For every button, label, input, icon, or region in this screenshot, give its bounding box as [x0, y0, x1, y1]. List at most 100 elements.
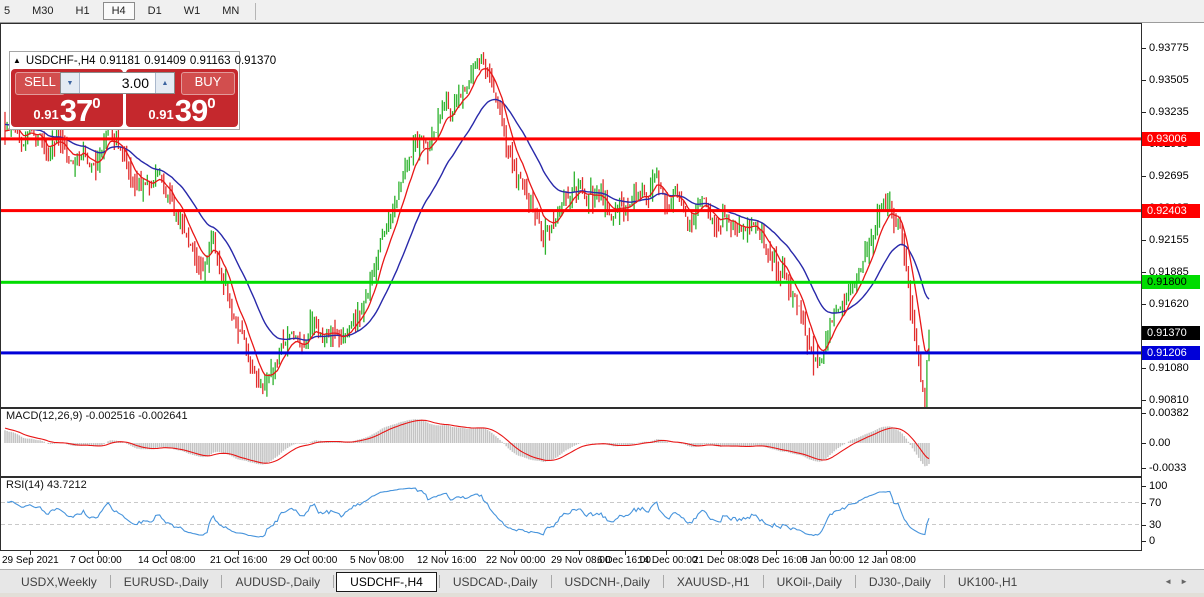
price-tick-mark — [1142, 48, 1146, 49]
buy-price-big: 39 — [175, 95, 207, 126]
rsi-line — [7, 488, 929, 537]
tab-separator — [333, 575, 334, 588]
rsi-canvas — [1, 478, 1141, 550]
chevron-up-icon: ▲ — [162, 80, 169, 87]
current-price-badge: 0.91370 — [1142, 326, 1200, 340]
macd-label: MACD(12,26,9) -0.002516 -0.002641 — [4, 410, 190, 422]
price-chart-panel[interactable]: ▲ USDCHF-,H4 0.91181 0.91409 0.91163 0.9… — [0, 23, 1142, 408]
timeframe-button-d1[interactable]: D1 — [139, 2, 171, 20]
price-tick-label: 0.91620 — [1149, 298, 1189, 310]
time-axis-label: 29 Oct 00:00 — [280, 555, 337, 566]
price-tick-label: 0.93505 — [1149, 74, 1189, 86]
rsi-tick-mark — [1142, 503, 1146, 504]
chart-tab-uk100-h1[interactable]: UK100-,H1 — [947, 572, 1028, 592]
rsi-tick-mark — [1142, 486, 1146, 487]
macd-tick-mark — [1142, 443, 1146, 444]
price-tick-mark — [1142, 112, 1146, 113]
timeframe-button-m30[interactable]: M30 — [23, 2, 62, 20]
chart-tab-ukoil-daily[interactable]: UKOil-,Daily — [766, 572, 853, 592]
chart-tabs-bar: USDX,WeeklyEURUSD-,DailyAUDUSD-,DailyUSD… — [0, 569, 1204, 593]
chart-tab-usdx-weekly[interactable]: USDX,Weekly — [10, 572, 108, 592]
chart-tab-usdchf-h4[interactable]: USDCHF-,H4 — [336, 572, 437, 592]
macd-histogram — [5, 419, 929, 466]
price-tick-label: 0.90810 — [1149, 394, 1189, 406]
timeframe-button-h1[interactable]: H1 — [67, 2, 99, 20]
price-tick-mark — [1142, 272, 1146, 273]
price-level-badge: 0.92403 — [1142, 204, 1200, 218]
rsi-tick-label: 0 — [1149, 535, 1155, 547]
price-level-badge: 0.91206 — [1142, 346, 1200, 360]
time-axis-label: 12 Nov 16:00 — [417, 555, 477, 566]
timeframe-toolbar: 5M30 H1H4D1W1MN — [0, 0, 1204, 23]
rsi-tick-label: 100 — [1149, 480, 1167, 492]
macd-tick-mark — [1142, 413, 1146, 414]
macd-tick-label: 0.00 — [1149, 437, 1170, 449]
ohlc-high: 0.91409 — [144, 55, 186, 67]
macd-tick-label: 0.00382 — [1149, 407, 1189, 419]
pivot-line-green-line — [1, 281, 1141, 284]
price-tick-mark — [1142, 176, 1146, 177]
time-axis-label: 14 Dec 00:00 — [638, 555, 698, 566]
price-tick-mark — [1142, 80, 1146, 81]
sell-price: 0.91 37 0 — [11, 92, 123, 126]
chart-tab-eurusd-daily[interactable]: EURUSD-,Daily — [113, 572, 220, 592]
tab-separator — [551, 575, 552, 588]
chevron-down-icon: ▼ — [67, 80, 74, 87]
tab-separator — [944, 575, 945, 588]
tab-separator — [663, 575, 664, 588]
timeframe-button-w1[interactable]: W1 — [175, 2, 210, 20]
price-tick-mark — [1142, 240, 1146, 241]
macd-panel[interactable]: MACD(12,26,9) -0.002516 -0.002641 — [0, 408, 1142, 477]
window-bottom-strip — [0, 593, 1204, 597]
chart-tab-xauusd-h1[interactable]: XAUUSD-,H1 — [666, 572, 761, 592]
tab-scroll-right-icon[interactable]: ► — [1180, 577, 1188, 586]
price-axis[interactable]: 0.937750.935050.932350.929650.926950.924… — [1142, 23, 1204, 569]
sell-price-prefix: 0.91 — [33, 107, 58, 122]
resistance-line-upper-line — [1, 137, 1141, 140]
volume-increase-button[interactable]: ▲ — [155, 73, 174, 93]
one-click-trade-panel: ▲ USDCHF-,H4 0.91181 0.91409 0.91163 0.9… — [9, 51, 240, 130]
tab-separator — [110, 575, 111, 588]
rsi-panel[interactable]: RSI(14) 43.7212 — [0, 477, 1142, 551]
time-axis-label: 5 Nov 08:00 — [350, 555, 404, 566]
rsi-label: RSI(14) 43.7212 — [4, 479, 89, 491]
time-axis-label: 7 Oct 00:00 — [70, 555, 122, 566]
price-tick-mark — [1142, 400, 1146, 401]
price-level-badge: 0.93006 — [1142, 132, 1200, 146]
time-axis[interactable]: 29 Sep 20217 Oct 00:0014 Oct 08:0021 Oct… — [0, 551, 1142, 569]
volume-decrease-button[interactable]: ▼ — [61, 73, 80, 93]
tab-scroll-arrows: ◄► — [1156, 577, 1188, 586]
chart-tab-audusd-daily[interactable]: AUDUSD-,Daily — [224, 572, 331, 592]
chart-tab-usdcad-daily[interactable]: USDCAD-,Daily — [442, 572, 549, 592]
macd-tick-mark — [1142, 468, 1146, 469]
rsi-tick-label: 70 — [1149, 497, 1161, 509]
time-axis-label: 29 Sep 2021 — [2, 555, 59, 566]
resistance-line-lower-line — [1, 209, 1141, 212]
volume-input[interactable] — [80, 73, 155, 93]
time-axis-label: 28 Dec 16:00 — [748, 555, 808, 566]
chart-tab-dj30-daily[interactable]: DJ30-,Daily — [858, 572, 942, 592]
collapse-icon[interactable]: ▲ — [13, 56, 21, 65]
buy-price-prefix: 0.91 — [148, 107, 173, 122]
volume-spinner: ▼ ▲ — [60, 72, 175, 94]
price-tick-label: 0.92695 — [1149, 170, 1189, 182]
rsi-tick-mark — [1142, 525, 1146, 526]
time-axis-label: 21 Dec 08:00 — [693, 555, 753, 566]
rsi-tick-label: 30 — [1149, 519, 1161, 531]
timeframe-button-5[interactable]: 5 — [0, 2, 19, 20]
time-axis-label: 12 Jan 08:00 — [858, 555, 916, 566]
ohlc-open: 0.91181 — [100, 55, 141, 67]
trade-widget: SELL 0.91 37 0 BUY 0.91 39 0 — [11, 69, 238, 128]
tab-scroll-left-icon[interactable]: ◄ — [1164, 577, 1172, 586]
timeframe-button-h4[interactable]: H4 — [103, 2, 135, 20]
tab-separator — [221, 575, 222, 588]
timeframe-button-mn[interactable]: MN — [213, 2, 248, 20]
chart-tab-usdcnh-daily[interactable]: USDCNH-,Daily — [554, 572, 661, 592]
price-tick-label: 0.91080 — [1149, 362, 1189, 374]
time-axis-label: 5 Jan 00:00 — [802, 555, 854, 566]
buy-price-sup: 0 — [207, 95, 215, 112]
time-axis-label: 22 Nov 00:00 — [486, 555, 546, 566]
chart-title-row: ▲ USDCHF-,H4 0.91181 0.91409 0.91163 0.9… — [10, 52, 239, 69]
price-tick-label: 0.93235 — [1149, 106, 1189, 118]
time-axis-label: 21 Oct 16:00 — [210, 555, 267, 566]
